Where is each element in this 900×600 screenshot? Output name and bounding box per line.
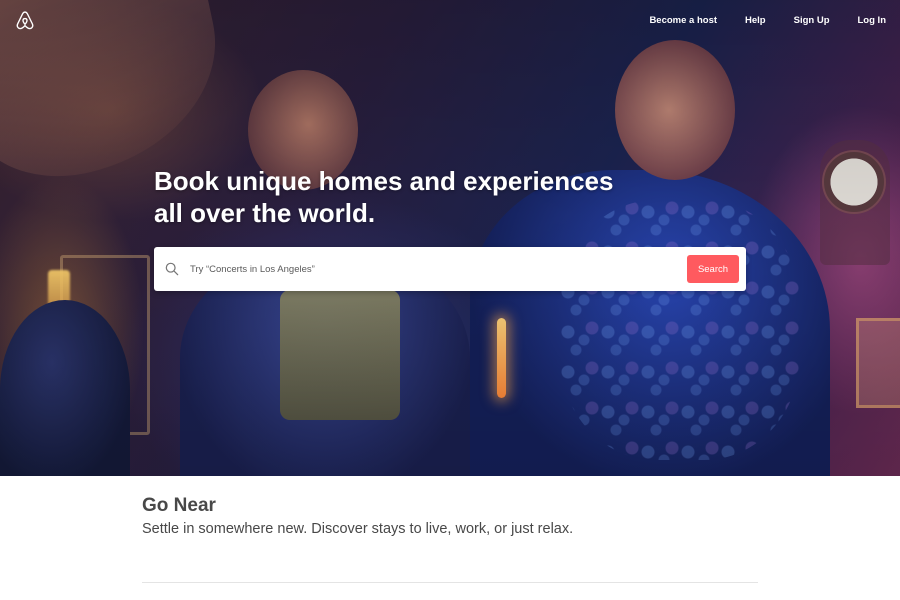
section-divider [142,582,758,583]
hero-headline-line1: Book unique homes and experiences [154,166,614,196]
hero-headline-line2: all over the world. [154,198,376,228]
nav-help[interactable]: Help [745,15,766,26]
nav-become-a-host[interactable]: Become a host [649,15,717,26]
airbnb-logo-glyph [16,11,34,30]
section-title: Go Near [142,495,216,516]
hero-headline: Book unique homes and experiences all ov… [154,165,674,229]
top-nav: Become a host Help Sign Up Log In [649,15,886,26]
search-input[interactable] [188,258,668,280]
search-box: Search [154,247,746,291]
hero-banner [0,0,900,476]
airbnb-logo-icon[interactable] [14,10,36,32]
hero-overlay [0,0,900,476]
search-icon [165,262,179,276]
nav-sign-up[interactable]: Sign Up [794,15,830,26]
section-subtitle: Settle in somewhere new. Discover stays … [142,521,574,537]
search-button[interactable]: Search [687,255,739,283]
nav-log-in[interactable]: Log In [858,15,887,26]
